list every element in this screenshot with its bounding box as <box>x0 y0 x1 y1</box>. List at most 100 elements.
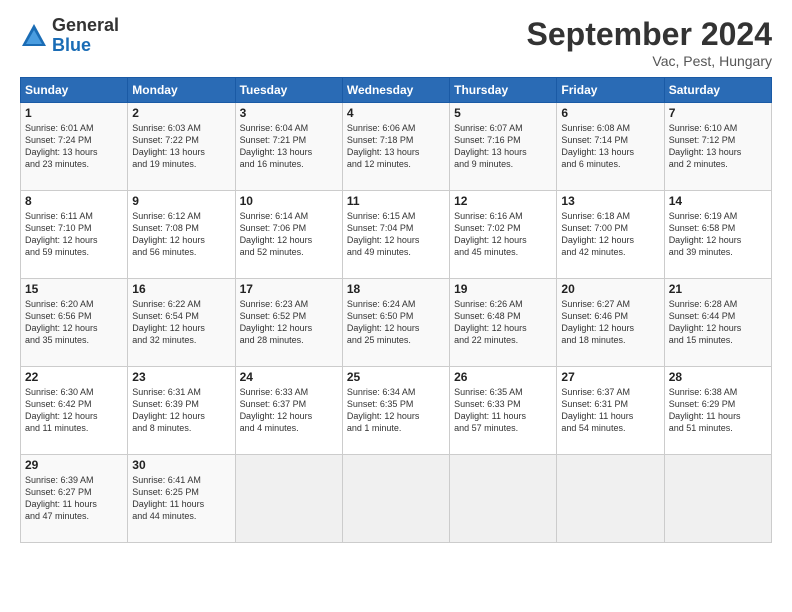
week-row: 29 Sunrise: 6:39 AM Sunset: 6:27 PM Dayli… <box>21 455 772 543</box>
day-number: 6 <box>561 106 659 120</box>
day-info: Sunrise: 6:15 AM Sunset: 7:04 PM Dayligh… <box>347 210 445 259</box>
table-row: 10 Sunrise: 6:14 AM Sunset: 7:06 PM Dayli… <box>235 191 342 279</box>
day-number: 8 <box>25 194 123 208</box>
table-row: 18Sunrise: 6:24 AM Sunset: 6:50 PM Dayli… <box>342 279 449 367</box>
table-row: 13 Sunrise: 6:18 AM Sunset: 7:00 PM Dayli… <box>557 191 664 279</box>
day-info: Sunrise: 6:07 AM Sunset: 7:16 PM Dayligh… <box>454 122 552 171</box>
day-info: Sunrise: 6:39 AM Sunset: 6:27 PM Dayligh… <box>25 474 123 523</box>
day-info: Sunrise: 6:35 AM Sunset: 6:33 PM Dayligh… <box>454 386 552 435</box>
table-row: 17 Sunrise: 6:23 AM Sunset: 6:52 PM Dayli… <box>235 279 342 367</box>
table-row: 22 Sunrise: 6:30 AM Sunset: 6:42 PM Dayli… <box>21 367 128 455</box>
table-row: 29 Sunrise: 6:39 AM Sunset: 6:27 PM Dayli… <box>21 455 128 543</box>
day-number: 11 <box>347 194 445 208</box>
day-info: Sunrise: 6:14 AM Sunset: 7:06 PM Dayligh… <box>240 210 338 259</box>
table-row: 25 Sunrise: 6:34 AM Sunset: 6:35 PM Dayli… <box>342 367 449 455</box>
table-row: 27 Sunrise: 6:37 AM Sunset: 6:31 PM Dayli… <box>557 367 664 455</box>
table-row <box>342 455 449 543</box>
day-info: Sunrise: 6:34 AM Sunset: 6:35 PM Dayligh… <box>347 386 445 435</box>
table-row: 19Sunrise: 6:26 AM Sunset: 6:48 PM Dayli… <box>450 279 557 367</box>
day-info: Sunrise: 6:01 AM Sunset: 7:24 PM Dayligh… <box>25 122 123 171</box>
day-number: 5 <box>454 106 552 120</box>
header-row: Sunday Monday Tuesday Wednesday Thursday… <box>21 78 772 103</box>
day-number: 26 <box>454 370 552 384</box>
day-info: Sunrise: 6:26 AM Sunset: 6:48 PM Dayligh… <box>454 298 552 347</box>
day-info: Sunrise: 6:24 AM Sunset: 6:50 PM Dayligh… <box>347 298 445 347</box>
day-info: Sunrise: 6:31 AM Sunset: 6:39 PM Dayligh… <box>132 386 230 435</box>
day-number: 25 <box>347 370 445 384</box>
day-number: 14 <box>669 194 767 208</box>
day-info: Sunrise: 6:20 AM Sunset: 6:56 PM Dayligh… <box>25 298 123 347</box>
day-info: Sunrise: 6:41 AM Sunset: 6:25 PM Dayligh… <box>132 474 230 523</box>
day-number: 17 <box>240 282 338 296</box>
table-row: 12Sunrise: 6:16 AM Sunset: 7:02 PM Dayli… <box>450 191 557 279</box>
table-row <box>235 455 342 543</box>
day-number: 12 <box>454 194 552 208</box>
table-row: 8 Sunrise: 6:11 AM Sunset: 7:10 PM Daylig… <box>21 191 128 279</box>
day-number: 27 <box>561 370 659 384</box>
day-number: 13 <box>561 194 659 208</box>
table-row: 1 Sunrise: 6:01 AM Sunset: 7:24 PM Daylig… <box>21 103 128 191</box>
table-row: 16 Sunrise: 6:22 AM Sunset: 6:54 PM Dayli… <box>128 279 235 367</box>
day-number: 21 <box>669 282 767 296</box>
title-block: September 2024 Vac, Pest, Hungary <box>527 16 772 69</box>
table-row: 5 Sunrise: 6:07 AM Sunset: 7:16 PM Daylig… <box>450 103 557 191</box>
col-sunday: Sunday <box>21 78 128 103</box>
day-info: Sunrise: 6:10 AM Sunset: 7:12 PM Dayligh… <box>669 122 767 171</box>
week-row: 8 Sunrise: 6:11 AM Sunset: 7:10 PM Daylig… <box>21 191 772 279</box>
day-number: 9 <box>132 194 230 208</box>
logo-blue: Blue <box>52 36 119 56</box>
logo-text: General Blue <box>52 16 119 56</box>
table-row: 14 Sunrise: 6:19 AM Sunset: 6:58 PM Dayli… <box>664 191 771 279</box>
day-info: Sunrise: 6:04 AM Sunset: 7:21 PM Dayligh… <box>240 122 338 171</box>
location-subtitle: Vac, Pest, Hungary <box>527 53 772 69</box>
day-number: 2 <box>132 106 230 120</box>
day-info: Sunrise: 6:37 AM Sunset: 6:31 PM Dayligh… <box>561 386 659 435</box>
day-info: Sunrise: 6:23 AM Sunset: 6:52 PM Dayligh… <box>240 298 338 347</box>
day-number: 22 <box>25 370 123 384</box>
day-number: 29 <box>25 458 123 472</box>
day-number: 24 <box>240 370 338 384</box>
day-number: 1 <box>25 106 123 120</box>
logo-icon <box>20 22 48 50</box>
table-row: 4Sunrise: 6:06 AM Sunset: 7:18 PM Daylig… <box>342 103 449 191</box>
header: General Blue September 2024 Vac, Pest, H… <box>20 16 772 69</box>
day-number: 10 <box>240 194 338 208</box>
day-number: 3 <box>240 106 338 120</box>
table-row: 3 Sunrise: 6:04 AM Sunset: 7:21 PM Daylig… <box>235 103 342 191</box>
table-row: 28Sunrise: 6:38 AM Sunset: 6:29 PM Dayli… <box>664 367 771 455</box>
table-row: 11 Sunrise: 6:15 AM Sunset: 7:04 PM Dayli… <box>342 191 449 279</box>
table-row: 9 Sunrise: 6:12 AM Sunset: 7:08 PM Daylig… <box>128 191 235 279</box>
day-number: 15 <box>25 282 123 296</box>
week-row: 15 Sunrise: 6:20 AM Sunset: 6:56 PM Dayli… <box>21 279 772 367</box>
table-row: 21Sunrise: 6:28 AM Sunset: 6:44 PM Dayli… <box>664 279 771 367</box>
table-row: 30Sunrise: 6:41 AM Sunset: 6:25 PM Dayli… <box>128 455 235 543</box>
day-number: 16 <box>132 282 230 296</box>
day-info: Sunrise: 6:19 AM Sunset: 6:58 PM Dayligh… <box>669 210 767 259</box>
month-title: September 2024 <box>527 16 772 53</box>
day-info: Sunrise: 6:18 AM Sunset: 7:00 PM Dayligh… <box>561 210 659 259</box>
day-info: Sunrise: 6:22 AM Sunset: 6:54 PM Dayligh… <box>132 298 230 347</box>
col-wednesday: Wednesday <box>342 78 449 103</box>
day-number: 23 <box>132 370 230 384</box>
table-row: 20Sunrise: 6:27 AM Sunset: 6:46 PM Dayli… <box>557 279 664 367</box>
day-info: Sunrise: 6:12 AM Sunset: 7:08 PM Dayligh… <box>132 210 230 259</box>
table-row: 23 Sunrise: 6:31 AM Sunset: 6:39 PM Dayli… <box>128 367 235 455</box>
day-info: Sunrise: 6:30 AM Sunset: 6:42 PM Dayligh… <box>25 386 123 435</box>
day-info: Sunrise: 6:03 AM Sunset: 7:22 PM Dayligh… <box>132 122 230 171</box>
col-saturday: Saturday <box>664 78 771 103</box>
logo-general: General <box>52 16 119 36</box>
col-tuesday: Tuesday <box>235 78 342 103</box>
table-row <box>450 455 557 543</box>
day-number: 4 <box>347 106 445 120</box>
table-row: 6 Sunrise: 6:08 AM Sunset: 7:14 PM Daylig… <box>557 103 664 191</box>
day-info: Sunrise: 6:11 AM Sunset: 7:10 PM Dayligh… <box>25 210 123 259</box>
table-row <box>557 455 664 543</box>
table-row <box>664 455 771 543</box>
day-number: 7 <box>669 106 767 120</box>
day-info: Sunrise: 6:08 AM Sunset: 7:14 PM Dayligh… <box>561 122 659 171</box>
logo: General Blue <box>20 16 119 56</box>
table-row: 24Sunrise: 6:33 AM Sunset: 6:37 PM Dayli… <box>235 367 342 455</box>
calendar-table: Sunday Monday Tuesday Wednesday Thursday… <box>20 77 772 543</box>
calendar-page: General Blue September 2024 Vac, Pest, H… <box>0 0 792 612</box>
week-row: 22 Sunrise: 6:30 AM Sunset: 6:42 PM Dayli… <box>21 367 772 455</box>
